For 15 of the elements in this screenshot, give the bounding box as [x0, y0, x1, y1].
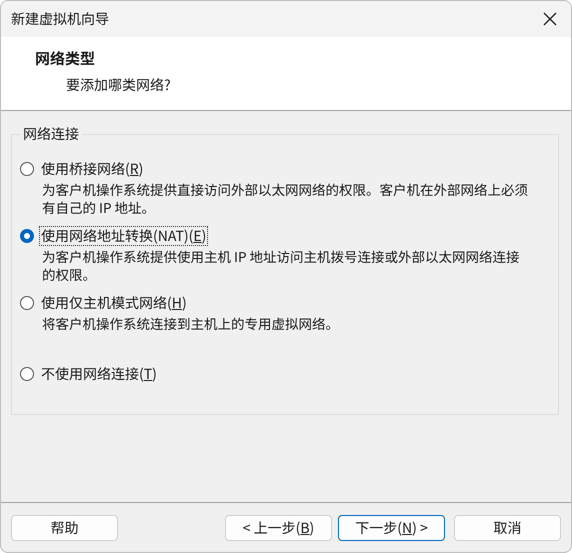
option-description: 为客户机操作系统提供直接访问外部以太网网络的权限。客户机在外部网络上必须有自己的 IP 地址。: [42, 180, 529, 216]
help-button[interactable]: 帮助: [11, 514, 118, 540]
option-description: 为客户机操作系统提供使用主机 IP 地址访问主机拨号连接或外部以太网网络连接的权限。: [42, 247, 521, 283]
cancel-button[interactable]: 取消: [454, 514, 561, 540]
next-button[interactable]: 下一步(N) >: [338, 514, 445, 540]
page-title: 网络类型: [35, 48, 96, 69]
option-label[interactable]: 使用网络地址转换(NAT)(E): [39, 226, 208, 246]
option-label[interactable]: 使用桥接网络(R): [39, 159, 146, 179]
page-subtitle: 要添加哪类网络?: [66, 75, 171, 95]
option-label[interactable]: 不使用网络连接(T): [39, 364, 159, 384]
back-button[interactable]: < 上一步(B): [225, 514, 332, 540]
window-title: 新建虚拟机向导: [11, 9, 109, 29]
option-label[interactable]: 使用仅主机模式网络(H): [39, 293, 189, 313]
group-title: 网络连接: [22, 125, 80, 143]
option-description: 将客户机操作系统连接到主机上的专用虚拟网络。: [42, 314, 340, 332]
